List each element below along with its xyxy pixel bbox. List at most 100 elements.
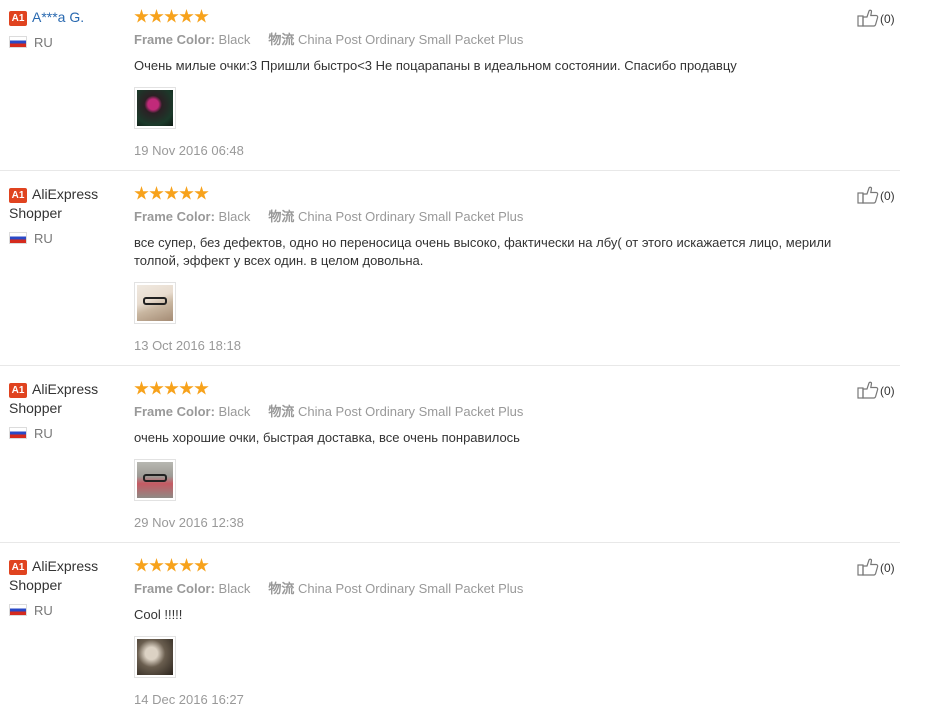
country-code: RU <box>34 426 53 441</box>
star-icon <box>164 558 179 572</box>
review-content: Frame Color: Black 物流 China Post Ordinary… <box>134 558 854 708</box>
buyer-name-row: A1 AliExpress Shopper <box>9 557 127 595</box>
helpful-button[interactable]: (0) <box>857 381 895 400</box>
review-photo[interactable] <box>134 459 176 501</box>
review-date: 13 Oct 2016 18:18 <box>134 338 241 353</box>
buyer-info: A1 AliExpress Shopper RU <box>9 557 127 619</box>
review-attributes: Frame Color: Black 物流 China Post Ordinary… <box>134 581 854 597</box>
star-icon <box>179 381 194 395</box>
review-photo-image <box>137 90 173 126</box>
star-icon <box>194 186 209 200</box>
shipping-value: China Post Ordinary Small Packet Plus <box>297 209 524 224</box>
buyer-country: RU <box>9 426 127 442</box>
star-icon <box>134 381 149 395</box>
shipping-value: China Post Ordinary Small Packet Plus <box>297 404 524 419</box>
helpful-count: (0) <box>880 384 895 398</box>
country-code: RU <box>34 35 53 50</box>
review-content: Frame Color: Black 物流 China Post Ordinary… <box>134 9 854 159</box>
review-text: все супер, без дефектов, одно но перенос… <box>134 235 832 268</box>
buyer-level-badge: A1 <box>9 188 27 203</box>
frame-color-value: Black <box>218 404 251 419</box>
review-text: Cool !!!!! <box>134 607 183 622</box>
review-photo[interactable] <box>134 636 176 678</box>
shipping-value: China Post Ordinary Small Packet Plus <box>297 581 524 596</box>
thumbs-up-icon <box>857 186 879 204</box>
thumbs-up-icon <box>857 558 879 576</box>
frame-color-value: Black <box>218 32 251 47</box>
buyer-info: A1 A***a G. RU <box>9 8 127 51</box>
star-rating <box>134 186 854 202</box>
shipping-label: 物流 <box>268 32 295 47</box>
star-icon <box>164 186 179 200</box>
review-photo-image <box>137 285 173 321</box>
review-date: 29 Nov 2016 12:38 <box>134 515 244 530</box>
buyer-level-badge: A1 <box>9 11 27 26</box>
review-item: A1 A***a G. RU Frame Color: Black 物流 China… <box>0 0 900 171</box>
helpful-button[interactable]: (0) <box>857 9 895 28</box>
frame-color-label: Frame Color: <box>134 581 215 596</box>
thumbs-up-icon <box>857 9 879 27</box>
russia-flag-icon <box>9 604 27 616</box>
helpful-count: (0) <box>880 12 895 26</box>
buyer-info: A1 AliExpress Shopper RU <box>9 185 127 247</box>
review-photo-image <box>137 639 173 675</box>
star-icon <box>149 186 164 200</box>
star-icon <box>179 558 194 572</box>
shipping-value: China Post Ordinary Small Packet Plus <box>297 32 524 47</box>
star-icon <box>134 558 149 572</box>
star-icon <box>179 186 194 200</box>
country-code: RU <box>34 231 53 246</box>
buyer-name-row[interactable]: A1 A***a G. <box>9 8 127 27</box>
star-icon <box>149 558 164 572</box>
helpful-button[interactable]: (0) <box>857 186 895 205</box>
shipping-label: 物流 <box>268 581 295 596</box>
helpful-count: (0) <box>880 189 895 203</box>
buyer-country: RU <box>9 603 127 619</box>
shipping-label: 物流 <box>268 404 295 419</box>
review-date: 14 Dec 2016 16:27 <box>134 692 244 707</box>
buyer-name-row: A1 AliExpress Shopper <box>9 380 127 418</box>
review-text: очень хорошие очки, быстрая доставка, вс… <box>134 430 520 445</box>
review-attributes: Frame Color: Black 物流 China Post Ordinary… <box>134 209 854 225</box>
star-icon <box>179 9 194 23</box>
buyer-country: RU <box>9 35 127 51</box>
buyer-level-badge: A1 <box>9 383 27 398</box>
review-photo[interactable] <box>134 282 176 324</box>
frame-color-label: Frame Color: <box>134 32 215 47</box>
star-icon <box>149 9 164 23</box>
buyer-info: A1 AliExpress Shopper RU <box>9 380 127 442</box>
russia-flag-icon <box>9 427 27 439</box>
review-content: Frame Color: Black 物流 China Post Ordinary… <box>134 186 854 354</box>
review-date: 19 Nov 2016 06:48 <box>134 143 244 158</box>
star-rating <box>134 558 854 574</box>
russia-flag-icon <box>9 232 27 244</box>
review-item: A1 AliExpress Shopper RU Frame Color: Bla… <box>0 170 900 366</box>
helpful-count: (0) <box>880 561 895 575</box>
star-icon <box>194 9 209 23</box>
thumbs-up-icon <box>857 381 879 399</box>
frame-color-value: Black <box>218 209 251 224</box>
country-code: RU <box>34 603 53 618</box>
buyer-country: RU <box>9 231 127 247</box>
buyer-level-badge: A1 <box>9 560 27 575</box>
star-icon <box>149 381 164 395</box>
review-text: Очень милые очки:3 Пришли быстро<3 Не по… <box>134 58 737 73</box>
review-photo[interactable] <box>134 87 176 129</box>
frame-color-value: Black <box>218 581 251 596</box>
star-rating <box>134 9 854 25</box>
buyer-name-row: A1 AliExpress Shopper <box>9 185 127 223</box>
star-rating <box>134 381 854 397</box>
frame-color-label: Frame Color: <box>134 209 215 224</box>
review-content: Frame Color: Black 物流 China Post Ordinary… <box>134 381 854 531</box>
russia-flag-icon <box>9 36 27 48</box>
star-icon <box>194 558 209 572</box>
review-attributes: Frame Color: Black 物流 China Post Ordinary… <box>134 32 854 48</box>
review-item: A1 AliExpress Shopper RU Frame Color: Bla… <box>0 365 900 543</box>
buyer-name[interactable]: A***a G. <box>32 9 84 25</box>
star-icon <box>164 381 179 395</box>
shipping-label: 物流 <box>268 209 295 224</box>
star-icon <box>134 186 149 200</box>
review-photo-image <box>137 462 173 498</box>
helpful-button[interactable]: (0) <box>857 558 895 577</box>
star-icon <box>134 9 149 23</box>
